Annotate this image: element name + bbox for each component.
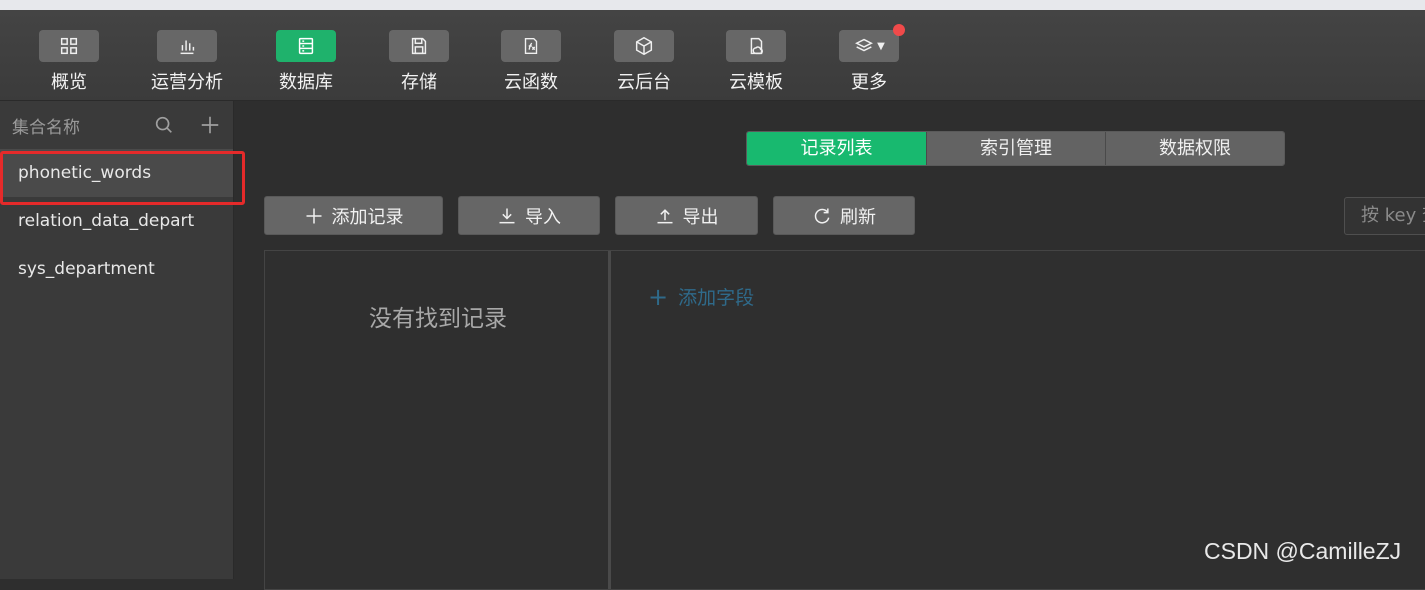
top-strip bbox=[0, 0, 1425, 10]
grid-icon bbox=[60, 37, 78, 55]
record-list-column: 没有找到记录 bbox=[265, 251, 611, 589]
toolbar-overview-box bbox=[39, 30, 99, 62]
toolbar-label: 云模板 bbox=[729, 72, 783, 93]
toolbar-more-box: ▼ bbox=[839, 30, 899, 62]
refresh-button[interactable]: 刷新 bbox=[773, 196, 915, 235]
plus-icon: + bbox=[648, 282, 669, 311]
plus-icon bbox=[306, 208, 321, 223]
toolbar-label: 概览 bbox=[51, 72, 87, 93]
layers-icon bbox=[855, 38, 874, 52]
collections-sidebar: 集合名称 phonetic_words relation_data_depart… bbox=[0, 101, 234, 579]
save-icon bbox=[411, 37, 427, 55]
view-tabs: 记录列表 索引管理 数据权限 bbox=[746, 131, 1285, 166]
add-record-button[interactable]: 添加记录 bbox=[264, 196, 443, 235]
toolbar-label: 云函数 bbox=[504, 72, 558, 93]
add-field-button[interactable]: + 添加字段 bbox=[648, 283, 754, 310]
toolbar-cloud-function-box bbox=[501, 30, 561, 62]
toolbar-label: 云后台 bbox=[617, 72, 671, 93]
toolbar-label: 存储 bbox=[401, 72, 437, 93]
key-search-input[interactable]: 按 key 查 bbox=[1344, 197, 1425, 235]
toolbar-cloud-admin[interactable]: 云后台 bbox=[589, 30, 699, 94]
toolbar-more[interactable]: ▼ 更多 bbox=[814, 30, 924, 94]
template-icon bbox=[750, 37, 763, 55]
add-field-label: 添加字段 bbox=[678, 287, 755, 309]
refresh-icon bbox=[814, 208, 830, 224]
cube-icon bbox=[635, 36, 653, 56]
refresh-label: 刷新 bbox=[840, 206, 876, 228]
add-icon[interactable] bbox=[199, 114, 221, 136]
export-button[interactable]: 导出 bbox=[615, 196, 758, 235]
sidebar-title: 集合名称 bbox=[12, 117, 80, 138]
import-label: 导入 bbox=[525, 206, 561, 228]
sidebar-header: 集合名称 bbox=[0, 101, 233, 149]
function-icon bbox=[524, 37, 538, 55]
empty-records-text: 没有找到记录 bbox=[369, 306, 507, 332]
collection-item[interactable]: relation_data_depart bbox=[0, 197, 233, 245]
toolbar-analytics-box bbox=[157, 30, 217, 62]
import-button[interactable]: 导入 bbox=[458, 196, 600, 235]
toolbar-cloud-template-box bbox=[726, 30, 786, 62]
export-label: 导出 bbox=[682, 206, 719, 228]
database-icon bbox=[298, 37, 314, 55]
add-record-label: 添加记录 bbox=[331, 206, 404, 228]
toolbar-label: 更多 bbox=[851, 72, 887, 93]
collection-item[interactable]: sys_department bbox=[0, 245, 233, 293]
toolbar-cloud-template[interactable]: 云模板 bbox=[701, 30, 811, 94]
toolbar-database[interactable]: 数据库 bbox=[251, 30, 361, 94]
tab-index-management[interactable]: 索引管理 bbox=[926, 132, 1105, 165]
main-toolbar: 概览 运营分析 数据库 存储 云函数 云后台 云模板 ▼ 更多 bbox=[0, 10, 1425, 101]
toolbar-storage[interactable]: 存储 bbox=[364, 30, 474, 94]
collection-item[interactable]: phonetic_words bbox=[0, 149, 233, 197]
chevron-down-icon: ▼ bbox=[877, 40, 885, 52]
toolbar-cloud-function[interactable]: 云函数 bbox=[476, 30, 586, 94]
toolbar-cloud-admin-box bbox=[614, 30, 674, 62]
toolbar-label: 运营分析 bbox=[151, 72, 223, 93]
watermark-text: CSDN @CamilleZJ bbox=[1204, 538, 1402, 564]
notification-dot bbox=[893, 24, 905, 36]
toolbar-analytics[interactable]: 运营分析 bbox=[132, 30, 242, 94]
search-icon[interactable] bbox=[153, 114, 175, 136]
download-icon bbox=[499, 208, 515, 223]
bar-chart-icon bbox=[180, 40, 195, 55]
toolbar-database-box bbox=[276, 30, 336, 62]
toolbar-storage-box bbox=[389, 30, 449, 62]
toolbar-label: 数据库 bbox=[279, 72, 333, 93]
tab-data-permissions[interactable]: 数据权限 bbox=[1105, 132, 1284, 165]
tab-record-list[interactable]: 记录列表 bbox=[747, 132, 926, 165]
upload-icon bbox=[657, 208, 672, 223]
toolbar-overview[interactable]: 概览 bbox=[14, 30, 124, 94]
